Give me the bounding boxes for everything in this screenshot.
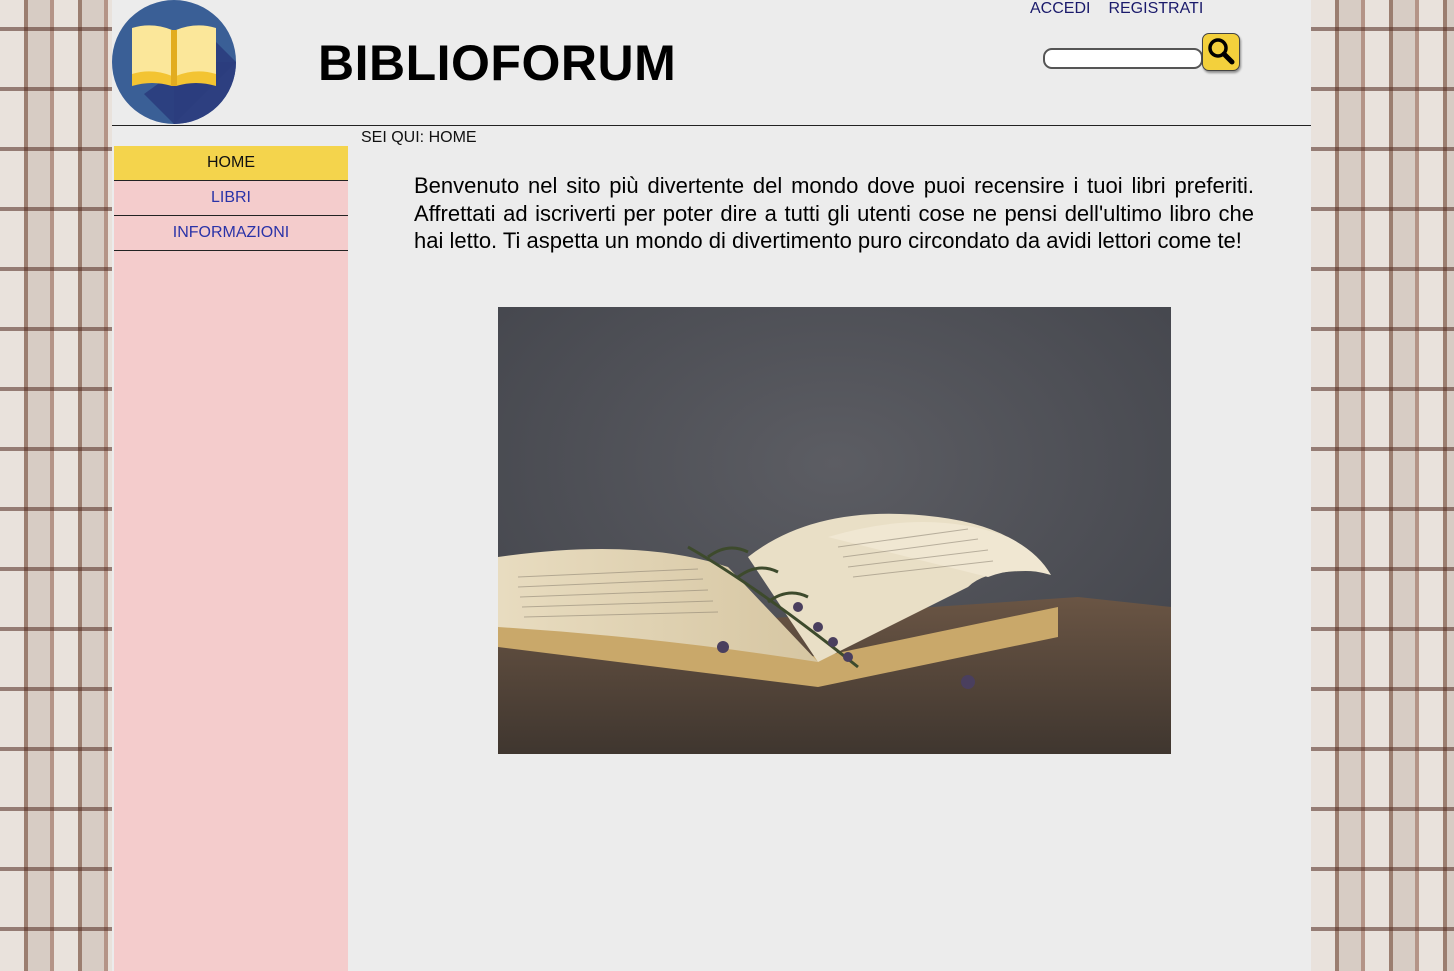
site-header: BIBLIOFORUM ACCEDI REGISTRATI bbox=[112, 0, 1311, 126]
search-icon bbox=[1208, 38, 1235, 65]
nav-item-libri[interactable]: LIBRI bbox=[114, 181, 348, 216]
site-title: BIBLIOFORUM bbox=[318, 35, 677, 91]
page-container: BIBLIOFORUM ACCEDI REGISTRATI SEI QUI: HO… bbox=[112, 0, 1311, 971]
breadcrumb: SEI QUI: HOME bbox=[361, 129, 477, 146]
open-book-icon[interactable] bbox=[112, 0, 236, 124]
register-link[interactable]: REGISTRATI bbox=[1108, 0, 1203, 17]
search-input[interactable] bbox=[1043, 48, 1203, 69]
welcome-text: Benvenuto nel sito più divertente del mo… bbox=[414, 173, 1254, 253]
nav-item-informazioni[interactable]: INFORMAZIONI bbox=[114, 216, 348, 251]
search-button[interactable] bbox=[1202, 33, 1240, 71]
login-link[interactable]: ACCEDI bbox=[1030, 0, 1090, 17]
open-book-photo bbox=[498, 307, 1171, 754]
nav-item-home[interactable]: HOME bbox=[114, 146, 348, 181]
auth-links: ACCEDI REGISTRATI bbox=[1030, 0, 1221, 18]
background-book-wall-right bbox=[1311, 0, 1454, 971]
background-book-wall-left bbox=[0, 0, 112, 971]
sidebar-nav: HOME LIBRI INFORMAZIONI bbox=[114, 146, 348, 971]
